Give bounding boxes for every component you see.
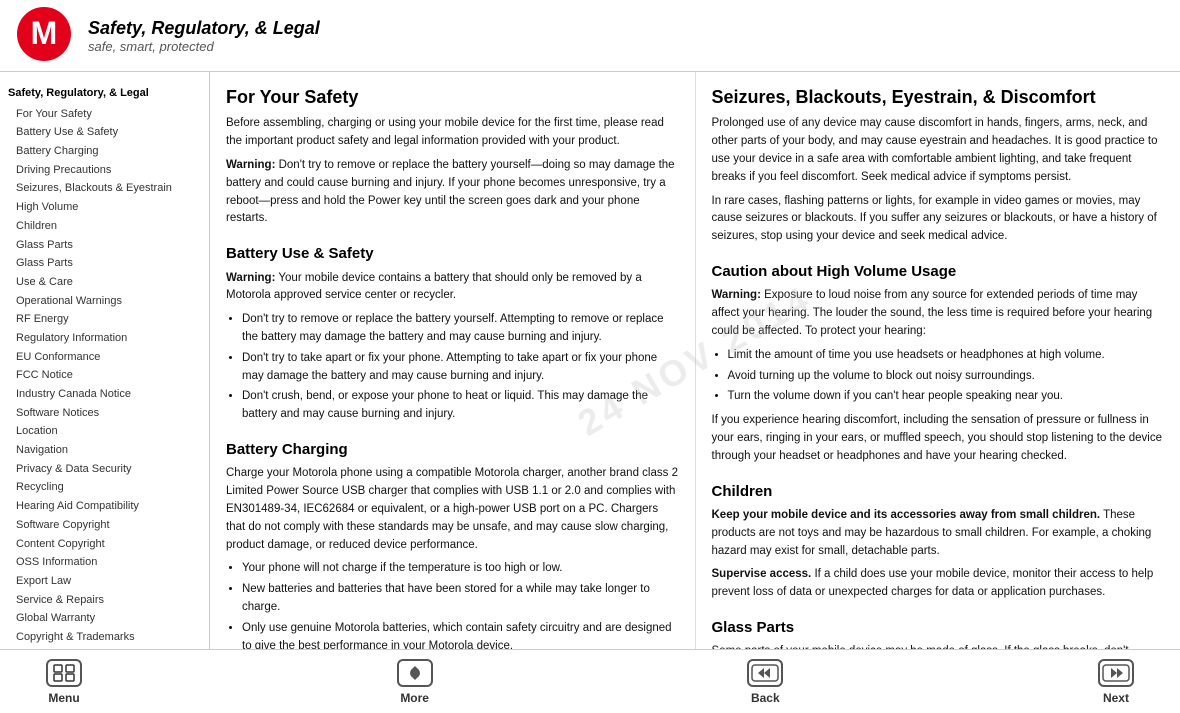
high-volume-footer: If you experience hearing discomfort, in… bbox=[712, 412, 1165, 465]
logo: M bbox=[16, 6, 88, 65]
children-supervise: Supervise access. If a child does use yo… bbox=[712, 566, 1165, 602]
battery-use-heading: Battery Use & Safety bbox=[226, 242, 679, 265]
sidebar-item-glass-parts-1[interactable]: Glass Parts bbox=[8, 236, 201, 255]
more-icon bbox=[397, 659, 433, 687]
back-button[interactable]: Back bbox=[725, 659, 805, 705]
footer: Menu More Back bbox=[0, 649, 1180, 713]
sidebar-item-oss[interactable]: OSS Information bbox=[8, 553, 201, 572]
battery-use-warning: Warning: Your mobile device contains a b… bbox=[226, 270, 679, 306]
list-item: New batteries and batteries that have be… bbox=[242, 581, 679, 617]
right-body1: Prolonged use of any device may cause di… bbox=[712, 115, 1165, 186]
left-intro: Before assembling, charging or using you… bbox=[226, 115, 679, 151]
header-text: Safety, Regulatory, & Legal safe, smart,… bbox=[88, 18, 320, 54]
high-volume-list: Limit the amount of time you use headset… bbox=[712, 347, 1165, 406]
next-label: Next bbox=[1103, 691, 1129, 705]
sidebar-item-software-notices[interactable]: Software Notices bbox=[8, 404, 201, 423]
sidebar-item-eu[interactable]: EU Conformance bbox=[8, 348, 201, 367]
list-item: Limit the amount of time you use headset… bbox=[728, 347, 1165, 365]
svg-text:M: M bbox=[31, 15, 58, 51]
sidebar-item-driving[interactable]: Driving Precautions bbox=[8, 161, 201, 180]
sidebar-item-battery-use[interactable]: Battery Use & Safety bbox=[8, 123, 201, 142]
list-item: Don't try to remove or replace the batte… bbox=[242, 311, 679, 347]
sidebar-item-industry-canada[interactable]: Industry Canada Notice bbox=[8, 385, 201, 404]
list-item: Only use genuine Motorola batteries, whi… bbox=[242, 620, 679, 649]
battery-charging-heading: Battery Charging bbox=[226, 438, 679, 461]
back-label: Back bbox=[751, 691, 780, 705]
sidebar-item-content-copyright[interactable]: Content Copyright bbox=[8, 535, 201, 554]
more-button[interactable]: More bbox=[375, 659, 455, 705]
toc-title: Safety, Regulatory, & Legal bbox=[8, 84, 201, 103]
sidebar-item-privacy[interactable]: Privacy & Data Security bbox=[8, 460, 201, 479]
main-layout: Safety, Regulatory, & Legal For Your Saf… bbox=[0, 72, 1180, 649]
menu-icon bbox=[46, 659, 82, 687]
page-title: Safety, Regulatory, & Legal bbox=[88, 18, 320, 39]
next-button[interactable]: Next bbox=[1076, 659, 1156, 705]
children-body1: Keep your mobile device and its accessor… bbox=[712, 507, 1165, 560]
high-volume-warning-text: Exposure to loud noise from any source f… bbox=[712, 289, 1153, 337]
left-warning-text: Don't try to remove or replace the batte… bbox=[226, 159, 675, 224]
right-column: Seizures, Blackouts, Eyestrain, & Discom… bbox=[696, 72, 1180, 649]
sidebar-item-copyright[interactable]: Copyright & Trademarks bbox=[8, 628, 201, 647]
high-volume-heading: Caution about High Volume Usage bbox=[712, 260, 1165, 283]
battery-charging-body: Charge your Motorola phone using a compa… bbox=[226, 465, 679, 554]
list-item: Your phone will not charge if the temper… bbox=[242, 560, 679, 578]
sidebar: Safety, Regulatory, & Legal For Your Saf… bbox=[0, 72, 210, 649]
back-icon bbox=[747, 659, 783, 687]
sidebar-item-location[interactable]: Location bbox=[8, 422, 201, 441]
battery-use-warning-label: Warning: bbox=[226, 272, 275, 284]
sidebar-item-seizures[interactable]: Seizures, Blackouts & Eyestrain bbox=[8, 179, 201, 198]
left-heading: For Your Safety bbox=[226, 86, 679, 109]
sidebar-item-for-your-safety[interactable]: For Your Safety bbox=[8, 105, 201, 124]
sidebar-item-rf-energy[interactable]: RF Energy bbox=[8, 310, 201, 329]
left-warning: Warning: Don't try to remove or replace … bbox=[226, 157, 679, 228]
sidebar-item-recycling[interactable]: Recycling bbox=[8, 478, 201, 497]
sidebar-item-battery-charging[interactable]: Battery Charging bbox=[8, 142, 201, 161]
next-icon bbox=[1098, 659, 1134, 687]
sidebar-item-operational[interactable]: Operational Warnings bbox=[8, 292, 201, 311]
battery-charging-list: Your phone will not charge if the temper… bbox=[226, 560, 679, 649]
list-item: Turn the volume down if you can't hear p… bbox=[728, 388, 1165, 406]
sidebar-item-fcc[interactable]: FCC Notice bbox=[8, 366, 201, 385]
header: M Safety, Regulatory, & Legal safe, smar… bbox=[0, 0, 1180, 72]
sidebar-item-children[interactable]: Children bbox=[8, 217, 201, 236]
sidebar-item-glass-parts-2[interactable]: Glass Parts bbox=[8, 254, 201, 273]
high-volume-warning-label: Warning: bbox=[712, 289, 761, 301]
glass-body: Some parts of your mobile device may be … bbox=[712, 643, 1165, 649]
sidebar-item-use-care[interactable]: Use & Care bbox=[8, 273, 201, 292]
sidebar-item-navigation[interactable]: Navigation bbox=[8, 441, 201, 460]
sidebar-item-high-volume[interactable]: High Volume bbox=[8, 198, 201, 217]
high-volume-warning: Warning: Exposure to loud noise from any… bbox=[712, 287, 1165, 340]
glass-heading: Glass Parts bbox=[712, 616, 1165, 639]
more-label: More bbox=[400, 691, 429, 705]
left-column: For Your Safety Before assembling, charg… bbox=[210, 72, 696, 649]
page-subtitle: safe, smart, protected bbox=[88, 39, 320, 54]
sidebar-item-regulatory[interactable]: Regulatory Information bbox=[8, 329, 201, 348]
sidebar-item-export[interactable]: Export Law bbox=[8, 572, 201, 591]
menu-button[interactable]: Menu bbox=[24, 659, 104, 705]
list-item: Don't crush, bend, or expose your phone … bbox=[242, 388, 679, 424]
children-bold-label: Keep your mobile device and its accessor… bbox=[712, 509, 1101, 521]
sidebar-item-warranty[interactable]: Global Warranty bbox=[8, 609, 201, 628]
right-body2: In rare cases, flashing patterns or ligh… bbox=[712, 193, 1165, 246]
left-warning-label: Warning: bbox=[226, 159, 275, 171]
battery-use-list: Don't try to remove or replace the batte… bbox=[226, 311, 679, 424]
content-area: 24 NOV 2014 For Your Safety Before assem… bbox=[210, 72, 1180, 649]
children-supervise-label: Supervise access. bbox=[712, 568, 812, 580]
sidebar-item-hearing-aid[interactable]: Hearing Aid Compatibility bbox=[8, 497, 201, 516]
list-item: Don't try to take apart or fix your phon… bbox=[242, 350, 679, 386]
right-heading: Seizures, Blackouts, Eyestrain, & Discom… bbox=[712, 86, 1165, 109]
menu-label: Menu bbox=[48, 691, 79, 705]
children-heading: Children bbox=[712, 480, 1165, 503]
battery-use-warning-text: Your mobile device contains a battery th… bbox=[226, 272, 642, 302]
sidebar-item-software-copyright[interactable]: Software Copyright bbox=[8, 516, 201, 535]
sidebar-item-service[interactable]: Service & Repairs bbox=[8, 591, 201, 610]
list-item: Avoid turning up the volume to block out… bbox=[728, 368, 1165, 386]
